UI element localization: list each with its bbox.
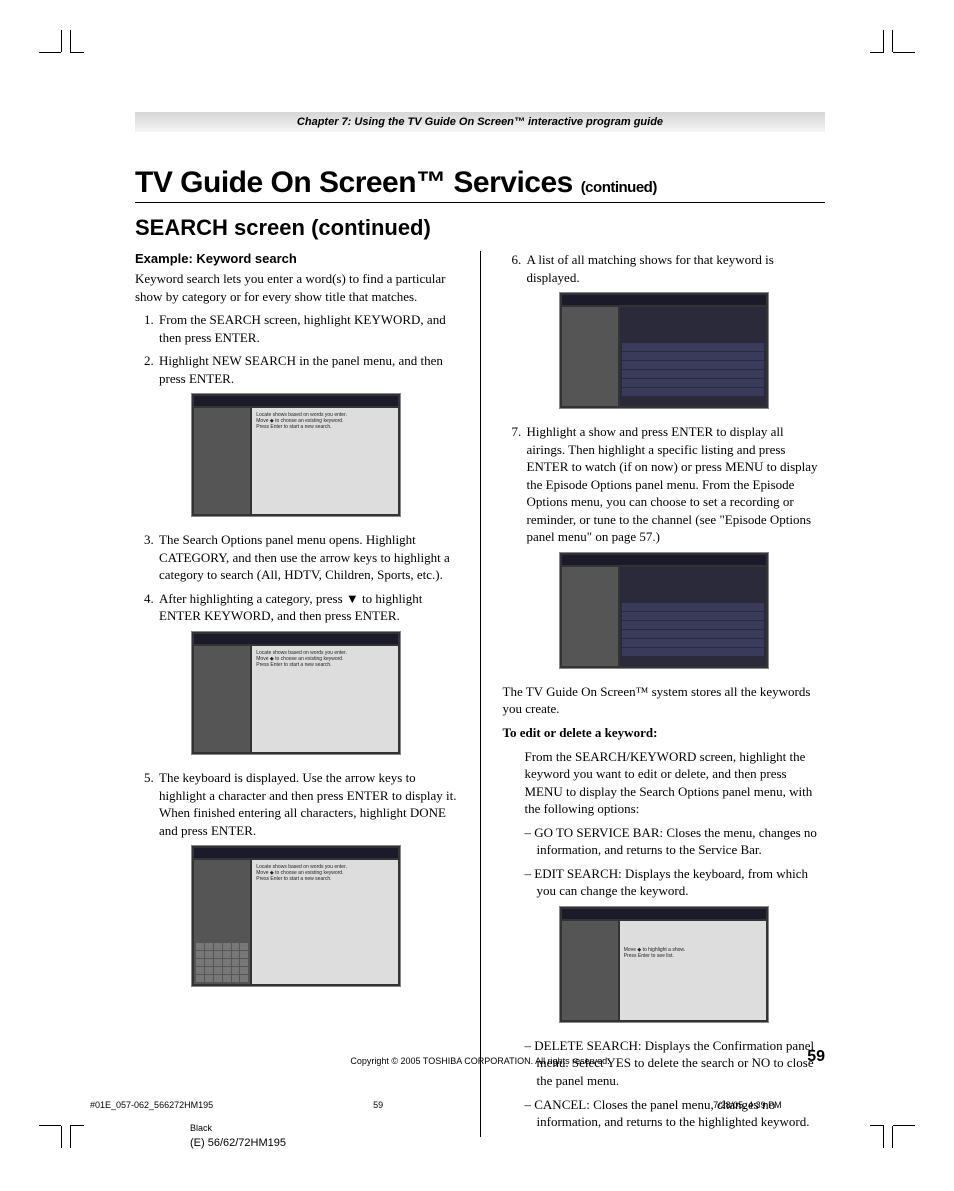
step-5: The keyboard is displayed. Use the arrow… bbox=[157, 769, 458, 839]
step-list-left-cont: The Search Options panel menu opens. Hig… bbox=[135, 531, 458, 625]
step-3: The Search Options panel menu opens. Hig… bbox=[157, 531, 458, 584]
step-list-right-cont: Highlight a show and press ENTER to disp… bbox=[503, 423, 826, 546]
down-arrow-icon: ▼ bbox=[346, 590, 359, 608]
crop-mark bbox=[70, 1125, 84, 1126]
dash-list-bottom: – DELETE SEARCH: Displays the Confirmati… bbox=[503, 1037, 826, 1131]
title-rule bbox=[135, 202, 825, 203]
example-heading: Example: Keyword search bbox=[135, 251, 458, 266]
post-steps-paragraph: The TV Guide On Screen™ system stores al… bbox=[503, 683, 826, 718]
print-info-line: #01E_057-062_566272HM195 59 7/28/05, 4:3… bbox=[90, 1100, 870, 1110]
page-footer: Copyright © 2005 TOSHIBA CORPORATION. Al… bbox=[135, 1052, 825, 1068]
dash-go-to-service-bar: – GO TO SERVICE BAR: Closes the menu, ch… bbox=[525, 824, 826, 859]
step-list-right: A list of all matching shows for that ke… bbox=[503, 251, 826, 286]
title-main: TV Guide On Screen™ Services bbox=[135, 166, 581, 199]
screenshot-search-options-edit: Move ◆ to highlight a show.Press Enter t… bbox=[559, 906, 769, 1023]
screenshot-keyword-menu: Locate shows based on words you enter.Mo… bbox=[191, 393, 401, 517]
page-title: TV Guide On Screen™ Services (continued) bbox=[135, 166, 825, 200]
screenshot-matching-shows bbox=[559, 292, 769, 409]
crop-mark bbox=[893, 52, 915, 53]
dash-edit-search: – EDIT SEARCH: Displays the keyboard, fr… bbox=[525, 865, 826, 900]
crop-mark bbox=[893, 1125, 915, 1126]
screenshot-keyboard: Locate shows based on words you enter.Mo… bbox=[191, 845, 401, 987]
step-7: Highlight a show and press ENTER to disp… bbox=[525, 423, 826, 546]
left-column: Example: Keyword search Keyword search l… bbox=[135, 251, 458, 1137]
crop-mark bbox=[70, 30, 71, 52]
step-4-text-a: After highlighting a category, press bbox=[159, 591, 346, 606]
edit-delete-heading: To edit or delete a keyword: bbox=[503, 724, 826, 742]
print-datetime: 7/28/05, 4:39 PM bbox=[713, 1100, 782, 1110]
dash-list-top: – GO TO SERVICE BAR: Closes the menu, ch… bbox=[503, 824, 826, 900]
print-file: #01E_057-062_566272HM195 bbox=[90, 1100, 213, 1110]
intro-paragraph: Keyword search lets you enter a word(s) … bbox=[135, 270, 458, 305]
print-color: Black bbox=[190, 1123, 212, 1133]
crop-mark bbox=[892, 30, 893, 52]
crop-mark bbox=[61, 30, 62, 52]
crop-mark bbox=[883, 30, 884, 52]
screenshot-search-options: Locate shows based on words you enter.Mo… bbox=[191, 631, 401, 755]
crop-mark bbox=[70, 1126, 71, 1148]
page-number: 59 bbox=[807, 1048, 825, 1066]
title-continued: (continued) bbox=[581, 179, 657, 196]
print-model: (E) 56/62/72HM195 bbox=[190, 1137, 286, 1149]
step-1: From the SEARCH screen, highlight KEYWOR… bbox=[157, 311, 458, 346]
right-column: A list of all matching shows for that ke… bbox=[503, 251, 826, 1137]
two-column-layout: Example: Keyword search Keyword search l… bbox=[135, 251, 825, 1137]
crop-mark bbox=[61, 1126, 62, 1148]
column-divider bbox=[480, 251, 481, 1137]
crop-mark bbox=[892, 1126, 893, 1148]
crop-mark bbox=[70, 52, 84, 53]
step-2: Highlight NEW SEARCH in the panel menu, … bbox=[157, 352, 458, 387]
step-list-left: From the SEARCH screen, highlight KEYWOR… bbox=[135, 311, 458, 387]
crop-mark bbox=[39, 1125, 61, 1126]
print-page: 59 bbox=[373, 1100, 383, 1110]
chapter-header-bar: Chapter 7: Using the TV Guide On Screen™… bbox=[135, 112, 825, 132]
page-content: Chapter 7: Using the TV Guide On Screen™… bbox=[135, 112, 825, 1137]
section-heading: SEARCH screen (continued) bbox=[135, 215, 825, 241]
copyright-text: Copyright © 2005 TOSHIBA CORPORATION. Al… bbox=[350, 1056, 609, 1066]
crop-mark bbox=[870, 1125, 884, 1126]
crop-mark bbox=[870, 52, 884, 53]
screenshot-episode-options bbox=[559, 552, 769, 669]
step-6: A list of all matching shows for that ke… bbox=[525, 251, 826, 286]
edit-intro: From the SEARCH/KEYWORD screen, highligh… bbox=[503, 748, 826, 818]
step-4: After highlighting a category, press ▼ t… bbox=[157, 590, 458, 625]
crop-mark bbox=[39, 52, 61, 53]
step-list-left-cont2: The keyboard is displayed. Use the arrow… bbox=[135, 769, 458, 839]
crop-mark bbox=[883, 1126, 884, 1148]
